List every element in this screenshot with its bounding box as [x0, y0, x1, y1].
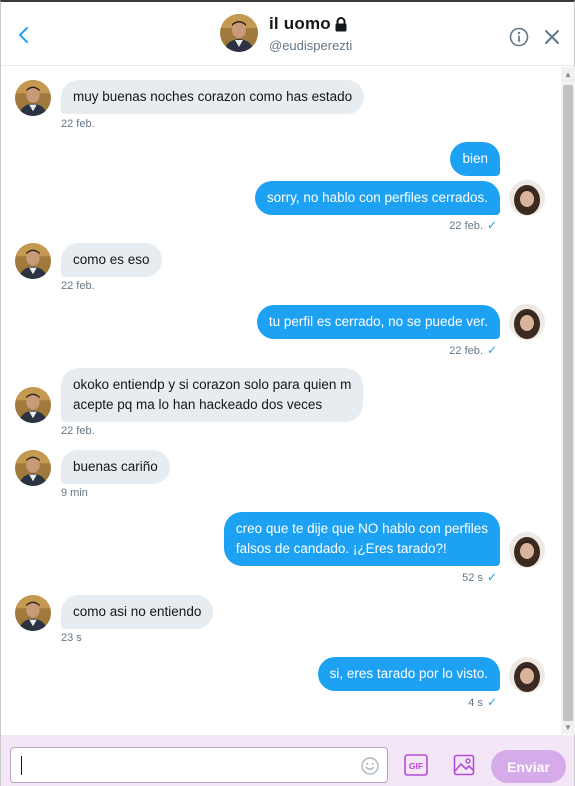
- sent-check-icon: ✓: [486, 695, 497, 709]
- sent-check-icon: ✓: [486, 343, 497, 357]
- close-button[interactable]: [542, 27, 562, 47]
- message-input[interactable]: [10, 747, 388, 783]
- chevron-left-icon: [19, 27, 28, 43]
- scroll-down-arrow-icon[interactable]: ▼: [561, 720, 575, 734]
- dm-window: il uomo @eudisperezti muy buenas noches …: [0, 0, 575, 786]
- scroll-up-arrow-icon[interactable]: ▲: [561, 67, 575, 81]
- text-caret: [21, 756, 22, 775]
- gif-icon: GIF: [404, 754, 428, 776]
- gif-button[interactable]: GIF: [404, 754, 428, 776]
- image-icon: [453, 754, 475, 776]
- scroll-thumb[interactable]: [563, 85, 573, 721]
- own-avatar[interactable]: [509, 657, 545, 693]
- contact-avatar[interactable]: [220, 14, 258, 52]
- sent-check-icon: ✓: [486, 218, 497, 232]
- conversation-header: il uomo @eudisperezti: [1, 2, 574, 66]
- own-avatar[interactable]: [509, 304, 545, 340]
- outgoing-message[interactable]: tu perfil es cerrado, no se puede ver.: [256, 305, 500, 339]
- message-timestamp: 9 min: [61, 487, 88, 499]
- incoming-message[interactable]: buenas cariño: [61, 450, 170, 484]
- sender-avatar[interactable]: [15, 243, 51, 279]
- incoming-message[interactable]: okoko entiendp y si corazon solo para qu…: [61, 368, 364, 422]
- message-list[interactable]: muy buenas noches corazon como has estad…: [1, 67, 559, 734]
- message-timestamp: 23 s: [61, 632, 82, 644]
- image-button[interactable]: [453, 754, 475, 776]
- message-list-scrollbar[interactable]: ▲ ▼: [561, 67, 575, 734]
- outgoing-message[interactable]: creo que te dije que NO hablo con perfil…: [223, 512, 500, 566]
- message-status: 52 s ✓: [462, 570, 497, 584]
- message-timestamp: 22 feb.: [61, 425, 95, 437]
- message-status: 22 feb. ✓: [449, 343, 497, 357]
- message-timestamp: 22 feb.: [61, 118, 95, 130]
- sent-check-icon: ✓: [486, 570, 497, 584]
- message-status: 4 s ✓: [468, 695, 497, 709]
- outgoing-message[interactable]: sorry, no hablo con perfiles cerrados.: [254, 181, 500, 215]
- contact-name: il uomo: [269, 14, 348, 34]
- close-icon: [545, 30, 559, 44]
- incoming-message[interactable]: como asi no entiendo: [61, 595, 214, 629]
- message-composer: GIF Enviar: [1, 735, 574, 786]
- contact-handle: @eudisperezti: [269, 38, 353, 53]
- sender-avatar[interactable]: [15, 595, 51, 631]
- emoji-icon: [361, 757, 379, 775]
- back-button[interactable]: [11, 22, 37, 48]
- incoming-message[interactable]: como es eso: [61, 243, 162, 277]
- message-status: 22 feb. ✓: [449, 218, 497, 232]
- info-button[interactable]: [508, 26, 530, 48]
- gif-label: GIF: [409, 761, 423, 771]
- incoming-message[interactable]: muy buenas noches corazon como has estad…: [61, 80, 365, 114]
- outgoing-message[interactable]: si, eres tarado por lo visto.: [317, 657, 500, 691]
- info-icon: [509, 27, 529, 47]
- own-avatar[interactable]: [509, 532, 545, 568]
- own-avatar[interactable]: [509, 180, 545, 216]
- contact-name-text: il uomo: [269, 14, 331, 33]
- sender-avatar[interactable]: [15, 80, 51, 116]
- lock-icon: [335, 16, 347, 31]
- sender-avatar[interactable]: [15, 450, 51, 486]
- send-button[interactable]: Enviar: [491, 750, 566, 783]
- sender-avatar[interactable]: [15, 387, 51, 423]
- emoji-button[interactable]: [360, 756, 380, 776]
- message-timestamp: 22 feb.: [61, 280, 95, 292]
- outgoing-message[interactable]: bien: [450, 142, 500, 176]
